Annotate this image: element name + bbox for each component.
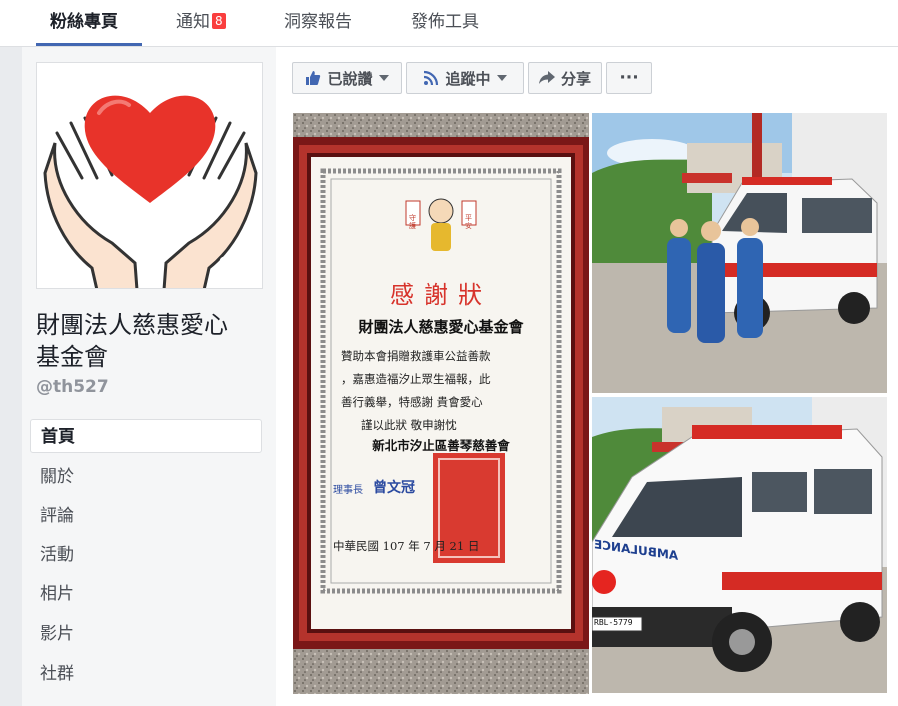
sidebar-item-videos[interactable]: 影片 xyxy=(30,617,262,651)
rss-icon xyxy=(424,70,439,86)
page-name-line1: 財團法人慈惠愛心 xyxy=(36,311,228,339)
certificate-body-line: ，嘉惠造福汐止眾生福報，此 xyxy=(341,372,491,386)
ambulance-scene-top xyxy=(592,113,887,393)
thumbs-up-icon xyxy=(306,71,321,85)
certificate-chairman-title: 理事長 xyxy=(333,485,363,496)
tab-page[interactable]: 粉絲專頁 xyxy=(36,0,142,46)
share-arrow-icon xyxy=(538,71,555,84)
chevron-down-icon xyxy=(378,75,389,81)
tab-publishing-tools[interactable]: 發佈工具 xyxy=(411,0,479,46)
sidebar-item-label: 評論 xyxy=(40,506,74,526)
certificate-body: 贊助本會捐贈救護車公益善款 ，嘉惠造福汐止眾生福報，此 善行義舉，特感謝 貴會愛… xyxy=(341,345,551,437)
certificate-title: 感謝狀 xyxy=(390,281,492,309)
sidebar-item-label: 首頁 xyxy=(41,427,75,447)
certificate-date: 中華民國 107 年 7 月 21 日 xyxy=(333,539,480,553)
sidebar-item-community[interactable]: 社群 xyxy=(30,657,262,691)
certificate-body-line: 善行義舉，特感謝 貴會愛心 xyxy=(341,395,483,409)
sidebar-item-about[interactable]: 關於 xyxy=(30,460,262,494)
sidebar-item-label: 活動 xyxy=(40,545,74,565)
sidebar-item-events[interactable]: 活動 xyxy=(30,538,262,572)
share-button[interactable]: 分享 xyxy=(528,62,602,94)
page-name[interactable]: 財團法人慈惠愛心 基金會 xyxy=(36,309,266,373)
page-username[interactable]: @th527 xyxy=(36,377,109,397)
sidebar-item-home[interactable]: 首頁 xyxy=(30,419,262,453)
camera-icon[interactable] xyxy=(220,254,248,276)
notification-count-badge: 8 xyxy=(212,13,226,29)
tab-notifications-label: 通知 xyxy=(176,12,210,32)
tab-page-label: 粉絲專頁 xyxy=(50,12,118,32)
more-options-button[interactable]: ··· xyxy=(606,62,652,94)
sidebar-item-label: 相片 xyxy=(40,584,74,604)
certificate-recipient: 財團法人慈惠愛心基金會 xyxy=(358,318,524,336)
left-sidebar: 財團法人慈惠愛心 基金會 @th527 首頁 關於 評論 活動 相片 影片 社群 xyxy=(22,47,276,706)
license-plate: RBL-5779 xyxy=(594,618,633,627)
sidebar-item-photos[interactable]: 相片 xyxy=(30,577,262,611)
certificate-badge-right: 平安 xyxy=(465,214,472,230)
following-button-label: 追蹤中 xyxy=(445,69,491,88)
photo-grid: 守護 平安 感謝狀 財團法人慈惠愛心基金會 贊助本會捐贈救護車公益善款 ，嘉惠造… xyxy=(276,111,898,706)
sidebar-item-reviews[interactable]: 評論 xyxy=(30,499,262,533)
page-action-bar: 已說讚 追蹤中 分享 ··· xyxy=(276,47,898,112)
certificate-photo[interactable]: 守護 平安 感謝狀 財團法人慈惠愛心基金會 贊助本會捐贈救護車公益善款 ，嘉惠造… xyxy=(293,113,589,694)
chevron-down-icon xyxy=(496,75,507,81)
liked-button[interactable]: 已說讚 xyxy=(292,62,402,94)
sidebar-item-label: 關於 xyxy=(40,467,74,487)
more-options-icon: ··· xyxy=(619,68,639,88)
sidebar-item-label: 影片 xyxy=(40,624,74,644)
page-top-tabs: 粉絲專頁 通知 8 洞察報告 發佈工具 xyxy=(0,0,898,47)
following-button[interactable]: 追蹤中 xyxy=(406,62,524,94)
certificate-badge-left: 守護 xyxy=(409,214,416,230)
certificate-body-line: 謹以此狀 敬申謝忱 xyxy=(361,418,457,432)
certificate-body-line: 贊助本會捐贈救護車公益善款 xyxy=(341,349,491,363)
certificate-issuer: 新北市汐止區善琴慈善會 xyxy=(372,438,510,453)
tab-insights[interactable]: 洞察報告 xyxy=(284,0,352,46)
tab-publishing-tools-label: 發佈工具 xyxy=(411,12,479,32)
liked-button-label: 已說讚 xyxy=(327,69,373,88)
profile-picture[interactable] xyxy=(36,62,263,289)
sidebar-item-label: 社群 xyxy=(40,664,74,684)
page-name-line2: 基金會 xyxy=(36,343,108,371)
certificate-chairman-name: 曾文冠 xyxy=(373,480,415,496)
ambulance-photo-bottom[interactable]: RBL-5779 AMBULANCE xyxy=(592,397,887,693)
share-button-label: 分享 xyxy=(560,69,591,88)
tab-insights-label: 洞察報告 xyxy=(284,12,352,32)
tab-notifications[interactable]: 通知 8 xyxy=(176,0,226,46)
ambulance-photo-top[interactable] xyxy=(592,113,887,393)
